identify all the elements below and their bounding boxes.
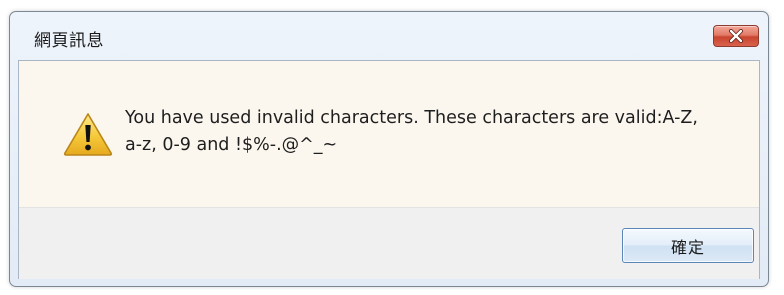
close-button[interactable] xyxy=(713,25,759,47)
dialog-title: 網頁訊息 xyxy=(34,31,104,51)
dialog-body: You have used invalid characters. These … xyxy=(18,60,760,279)
warning-icon xyxy=(63,112,113,156)
button-bar: 確定 xyxy=(19,207,759,279)
message-dialog: 網頁訊息 You have used invalid characters. T… xyxy=(9,11,769,287)
title-bar[interactable]: 網頁訊息 xyxy=(10,12,768,60)
page: 網頁訊息 You have used invalid characters. T… xyxy=(0,0,784,295)
ok-button[interactable]: 確定 xyxy=(622,228,754,263)
message-text: You have used invalid characters. These … xyxy=(125,108,698,155)
message-area: You have used invalid characters. These … xyxy=(19,61,759,207)
close-icon xyxy=(714,26,758,46)
